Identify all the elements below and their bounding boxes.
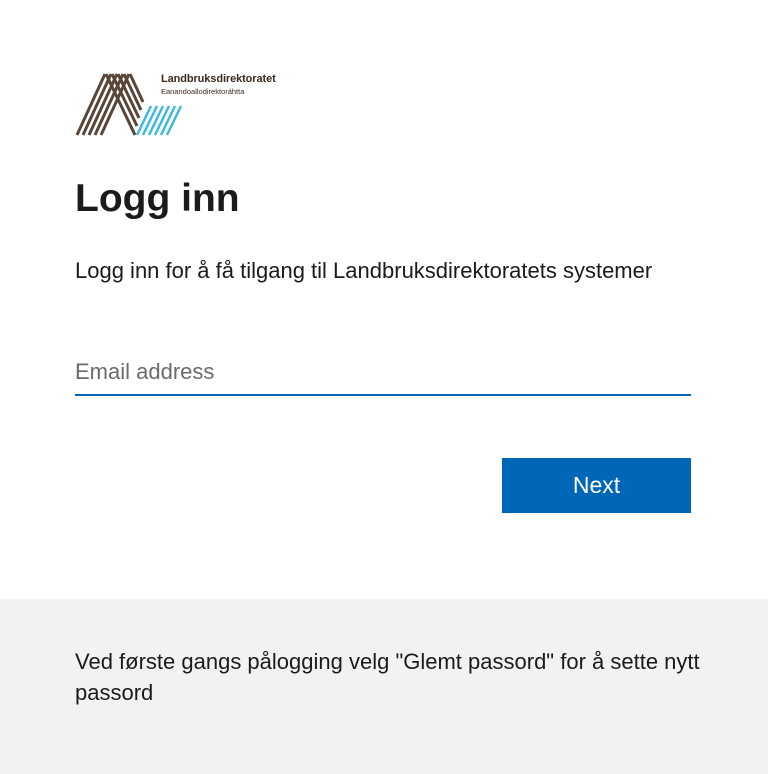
logo-name: Landbruksdirektoratet [161, 73, 276, 85]
first-login-hint: Ved første gangs pålogging velg "Glemt p… [75, 649, 700, 705]
sign-in-card: Landbruksdirektoratet Eanandoallodirekto… [0, 0, 768, 599]
company-logo: Landbruksdirektoratet Eanandoallodirekto… [75, 72, 325, 138]
page-title: Logg inn [75, 177, 240, 220]
email-field[interactable] [75, 350, 691, 396]
logo-subtitle: Eanandoallodirektoráhtta [161, 87, 245, 96]
next-button[interactable]: Next [502, 458, 691, 513]
login-description: Logg inn for å få tilgang til Landbruksd… [75, 258, 653, 283]
footer-panel: Ved første gangs pålogging velg "Glemt p… [0, 599, 768, 774]
login-page: Landbruksdirektoratet Eanandoallodirekto… [0, 0, 768, 774]
